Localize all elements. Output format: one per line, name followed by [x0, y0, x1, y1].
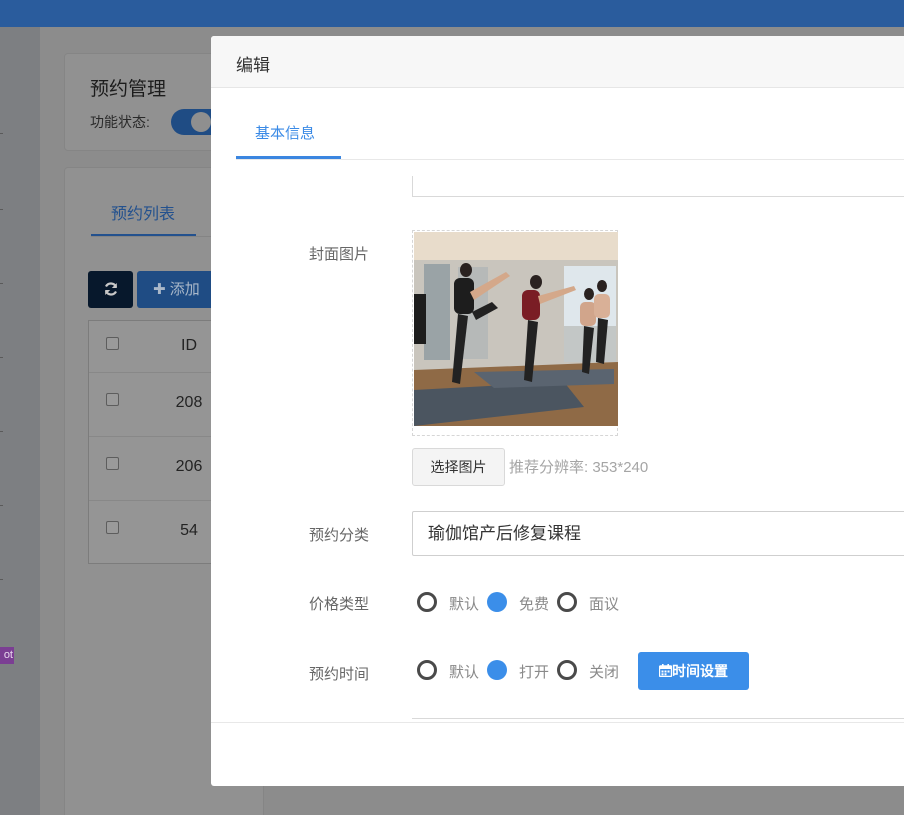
recommended-resolution-hint: 推荐分辨率: 353*240: [509, 459, 649, 476]
row-checkbox[interactable]: [106, 521, 119, 534]
row-id: 54: [180, 522, 198, 539]
cover-image-label: 封面图片: [309, 246, 370, 263]
price-radio-free[interactable]: [487, 592, 507, 612]
sidebar-badge: ot: [0, 647, 14, 664]
modal-footer-divider: [211, 722, 904, 723]
tab-divider: [236, 159, 904, 160]
row-id: 208: [175, 394, 203, 411]
page-title: 预约管理: [90, 79, 167, 100]
price-option-free[interactable]: 免费: [519, 593, 549, 614]
row-checkbox[interactable]: [106, 457, 119, 470]
select-all-checkbox[interactable]: [106, 337, 119, 350]
left-sidebar: ot: [0, 27, 40, 815]
time-settings-label: 时间设置: [672, 663, 728, 679]
column-header-id: ID: [181, 337, 197, 354]
toggle-knob: [191, 112, 211, 132]
row-id: 206: [175, 458, 203, 475]
time-radio-open[interactable]: [487, 660, 507, 680]
reservation-time-label: 预约时间: [309, 666, 370, 683]
row-checkbox[interactable]: [106, 393, 119, 406]
refresh-button[interactable]: [88, 271, 133, 308]
cover-image[interactable]: [412, 230, 618, 436]
time-settings-button[interactable]: 时间设置: [638, 652, 749, 690]
price-radio-negotiable[interactable]: [557, 592, 577, 612]
time-option-closed[interactable]: 关闭: [589, 661, 619, 682]
time-option-open[interactable]: 打开: [519, 661, 549, 682]
category-input[interactable]: 瑜伽馆产后修复课程: [412, 511, 904, 556]
price-option-negotiable[interactable]: 面议: [589, 593, 619, 614]
add-button[interactable]: ✚ 添加: [137, 271, 217, 308]
modal-title: 编辑: [236, 56, 270, 75]
select-image-button[interactable]: 选择图片: [412, 448, 505, 486]
tab-basic-info[interactable]: 基本信息: [255, 122, 315, 143]
tab-reservation-list[interactable]: 预约列表: [111, 200, 175, 224]
time-radio-default[interactable]: [417, 660, 437, 680]
modal-header: 编辑: [211, 36, 904, 88]
refresh-icon: [104, 282, 117, 296]
status-label: 功能状态:: [90, 114, 150, 130]
calendar-icon: [658, 664, 673, 678]
time-option-default[interactable]: 默认: [449, 661, 479, 682]
edit-modal: 编辑 基本信息 封面图片 选择图片 推荐分辨率: 353*240 预约分类 瑜伽…: [211, 36, 904, 786]
yoga-photo-image: [414, 232, 618, 426]
price-option-default[interactable]: 默认: [449, 593, 479, 614]
previous-input-field[interactable]: [412, 176, 904, 197]
category-label: 预约分类: [309, 527, 370, 544]
price-radio-default[interactable]: [417, 592, 437, 612]
top-navbar: [0, 0, 904, 27]
time-radio-closed[interactable]: [557, 660, 577, 680]
next-input-field[interactable]: [412, 718, 904, 728]
price-type-label: 价格类型: [309, 596, 370, 613]
